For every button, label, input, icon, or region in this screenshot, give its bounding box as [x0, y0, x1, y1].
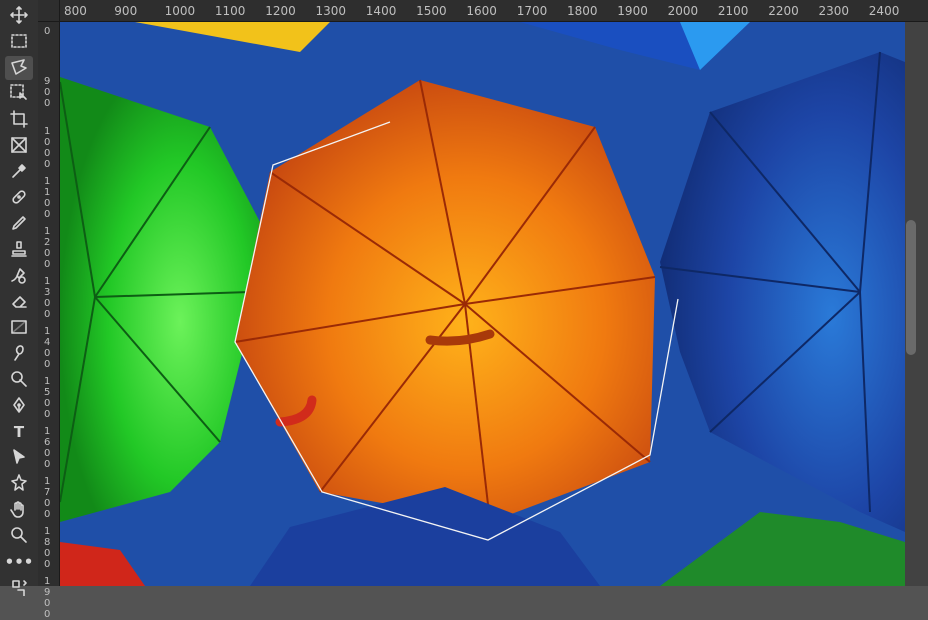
ruler-label: 1 7 0 0 — [44, 476, 51, 520]
ruler-label: 800 — [64, 4, 87, 18]
ruler-label: 1000 — [164, 4, 196, 18]
polygonal-lasso-tool[interactable] — [5, 56, 33, 80]
frame-tool[interactable] — [5, 134, 33, 158]
eyedropper-tool[interactable] — [5, 160, 33, 184]
umbrella-photo — [60, 22, 905, 586]
clone-stamp-tool[interactable] — [5, 238, 33, 262]
swap-colors[interactable] — [5, 576, 33, 600]
ruler-label: 2300 — [818, 4, 850, 18]
vertical-ruler[interactable]: 0 9 0 0 1 0 0 0 1 1 0 0 1 2 0 0 1 3 0 0 1 4 0 … — [38, 22, 60, 620]
brush-icon — [10, 214, 28, 235]
eyedropper-icon — [10, 162, 28, 183]
move-icon — [10, 5, 28, 27]
dodge-icon — [10, 370, 28, 391]
type-icon: T — [13, 423, 25, 441]
document-canvas[interactable] — [60, 22, 905, 586]
ruler-label: 1200 — [265, 4, 296, 18]
tools-panel: T ••• — [0, 0, 39, 597]
zoom-tool[interactable] — [5, 524, 33, 548]
crop-tool[interactable] — [5, 108, 33, 132]
custom-shape-tool[interactable] — [5, 472, 33, 496]
ruler-label: 1500 — [416, 4, 447, 18]
ruler-label: 1100 — [214, 4, 246, 18]
ruler-label: 1300 — [315, 4, 347, 18]
hand-tool[interactable] — [5, 498, 33, 522]
history-brush-icon — [10, 266, 28, 287]
ruler-label: 1 2 0 0 — [44, 226, 51, 270]
ruler-label: 9 0 0 — [44, 76, 51, 109]
ruler-label: 2400 — [868, 4, 900, 18]
ruler-label: 1700 — [516, 4, 548, 18]
healing-brush-tool[interactable] — [5, 186, 33, 210]
hand-icon — [10, 500, 28, 521]
brush-tool[interactable] — [5, 212, 33, 236]
eraser-tool[interactable] — [5, 290, 33, 314]
object-selection-icon — [10, 83, 28, 105]
history-brush-tool[interactable] — [5, 264, 33, 288]
ruler-label: 2000 — [667, 4, 699, 18]
frame-icon — [10, 136, 28, 157]
gradient-tool[interactable] — [5, 316, 33, 340]
ruler-label: 0 — [44, 26, 51, 37]
bandage-icon — [10, 188, 28, 209]
move-tool[interactable] — [5, 4, 33, 28]
type-tool[interactable]: T — [5, 420, 33, 444]
ruler-label: 1800 — [567, 4, 598, 18]
ruler-label: 1 5 0 0 — [44, 376, 51, 420]
eraser-icon — [10, 292, 28, 313]
horizontal-ruler[interactable]: 800 900 1000 1100 1200 1300 1400 1500 1600 1700 18… — [60, 0, 928, 22]
swap-icon — [10, 578, 28, 599]
pen-icon — [10, 396, 28, 417]
ruler-label: 1 8 0 0 — [44, 526, 51, 570]
ruler-label: 1600 — [466, 4, 497, 18]
dodge-tool[interactable] — [5, 368, 33, 392]
marquee-icon — [10, 32, 28, 53]
ruler-corner — [38, 0, 60, 22]
ruler-label: 1 1 0 0 — [44, 176, 51, 220]
more-tools[interactable]: ••• — [4, 550, 34, 574]
rectangular-marquee-tool[interactable] — [5, 30, 33, 54]
ruler-label: 2100 — [717, 4, 749, 18]
path-selection-icon — [10, 448, 28, 469]
ruler-label: 1 6 0 0 — [44, 426, 51, 470]
ruler-label: 1 4 0 0 — [44, 326, 51, 370]
ruler-label: 1400 — [365, 4, 397, 18]
crop-icon — [10, 109, 28, 131]
pen-tool[interactable] — [5, 394, 33, 418]
more-icon: ••• — [4, 553, 34, 571]
stamp-icon — [10, 240, 28, 261]
shape-icon — [10, 473, 28, 495]
smudge-tool[interactable] — [5, 342, 33, 366]
smudge-icon — [10, 344, 28, 365]
ruler-label: 900 — [114, 4, 138, 18]
scrollbar-thumb[interactable] — [906, 220, 916, 355]
ruler-label: 1 0 0 0 — [44, 126, 51, 170]
ruler-label: 1 9 0 0 — [44, 576, 51, 620]
ruler-label: 1 3 0 0 — [44, 276, 51, 320]
ruler-label: 1900 — [617, 4, 648, 18]
ruler-label: 2200 — [768, 4, 799, 18]
polygonal-lasso-icon — [10, 58, 28, 79]
zoom-icon — [10, 526, 28, 547]
gradient-icon — [10, 318, 28, 339]
object-selection-tool[interactable] — [5, 82, 33, 106]
path-selection-tool[interactable] — [5, 446, 33, 470]
